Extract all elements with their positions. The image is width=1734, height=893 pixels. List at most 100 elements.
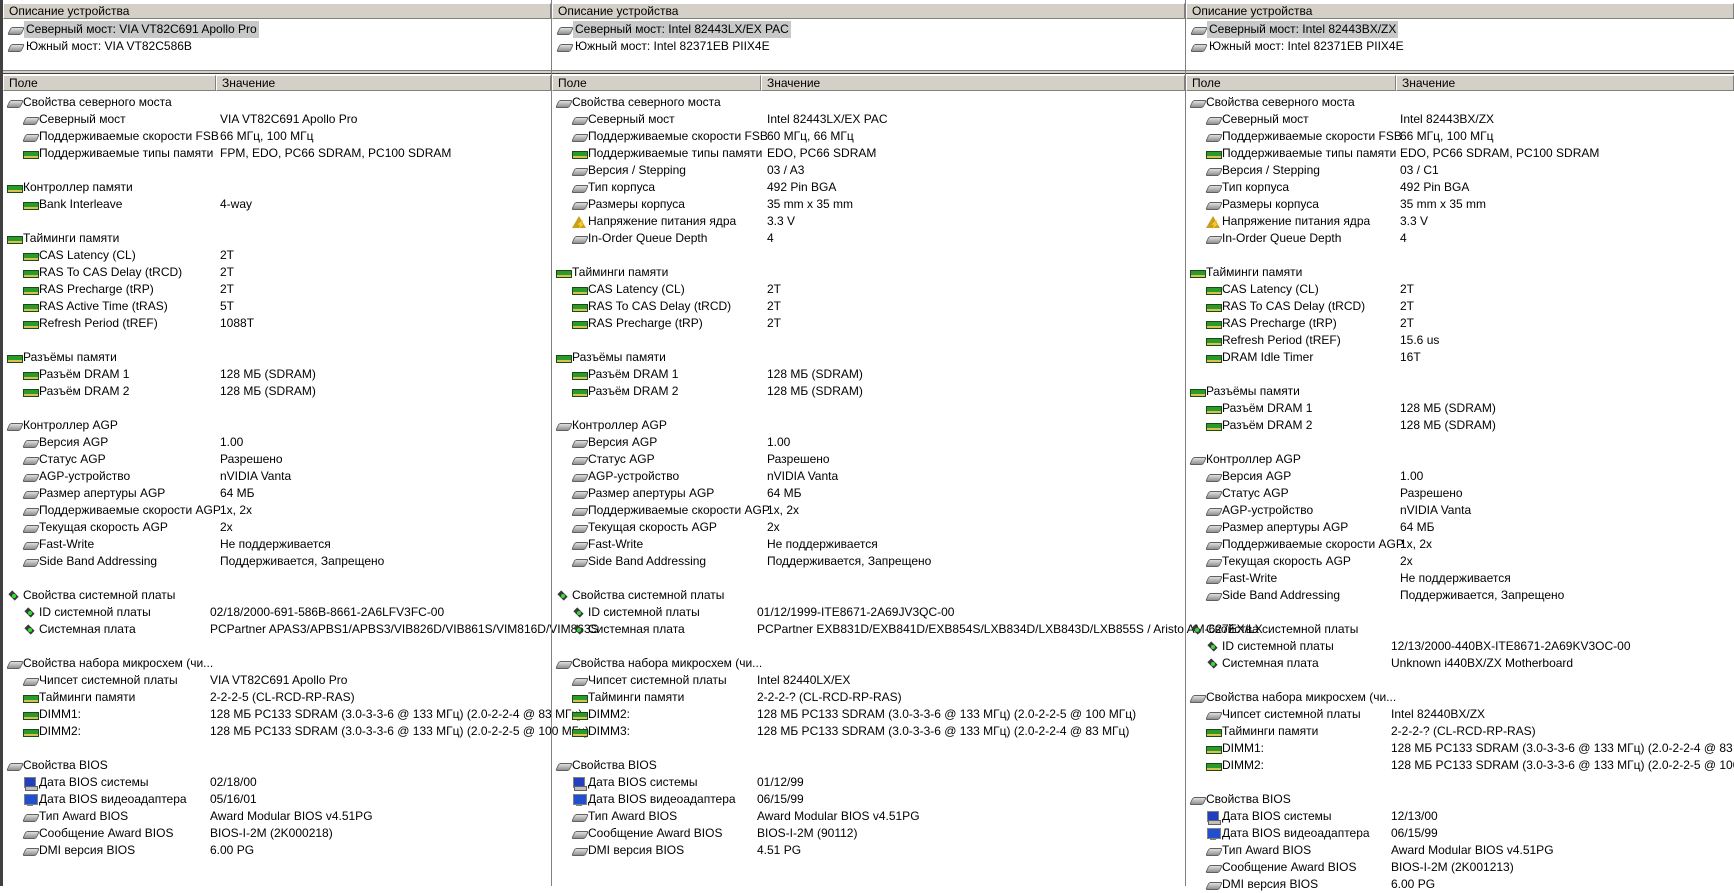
section-header[interactable]: Разъёмы памяти [1186, 383, 1734, 400]
property-row[interactable]: Текущая скорость AGP 2x [1186, 553, 1734, 570]
property-row[interactable]: Поддерживаемые скорости FSB 66 МГц, 100 М… [1186, 128, 1734, 145]
property-row[interactable]: Поддерживаемые скорости FSB 60 МГц, 66 МГ… [552, 128, 1185, 145]
property-row[interactable]: Тайминги памяти 2-2-2-? (CL-RCD-RP-RAS) [1186, 723, 1734, 740]
column-header-value[interactable]: Значение [761, 75, 1185, 91]
section-header[interactable]: Свойства северного моста [3, 94, 551, 111]
section-header[interactable]: Разъёмы памяти [552, 349, 1185, 366]
property-row[interactable]: Дата BIOS системы 01/12/99 [552, 774, 1185, 791]
property-row[interactable]: In-Order Queue Depth 4 [552, 230, 1185, 247]
device-description-header[interactable]: Описание устройства [3, 3, 551, 19]
property-row[interactable]: CAS Latency (CL) 2T [3, 247, 551, 264]
property-row[interactable]: Разъём DRAM 1 128 МБ (SDRAM) [3, 366, 551, 383]
property-row[interactable]: DIMM3: 128 МБ PC133 SDRAM (3.0-3-3-6 @ 13… [552, 723, 1185, 740]
property-row[interactable]: Текущая скорость AGP 2x [552, 519, 1185, 536]
property-row[interactable]: RAS Precharge (tRP) 2T [3, 281, 551, 298]
property-row[interactable]: Чипсет системной платы VIA VT82C691 Apoll… [3, 672, 551, 689]
property-row[interactable]: Side Band Addressing Поддерживается, Запр… [1186, 587, 1734, 604]
property-row[interactable]: Версия AGP 1.00 [3, 434, 551, 451]
property-row[interactable]: Версия / Stepping 03 / C1 [1186, 162, 1734, 179]
property-row[interactable]: Разъём DRAM 2 128 МБ (SDRAM) [3, 383, 551, 400]
property-row[interactable]: Размер апертуры AGP 64 МБ [552, 485, 1185, 502]
device-list-item[interactable]: Северный мост: Intel 82443BX/ZX [1186, 21, 1734, 38]
property-row[interactable]: Статус AGP Разрешено [552, 451, 1185, 468]
section-header[interactable]: Свойства BIOS [3, 757, 551, 774]
property-row[interactable]: AGP-устройство nVIDIA Vanta [3, 468, 551, 485]
property-row[interactable]: Fast-Write Не поддерживается [1186, 570, 1734, 587]
property-row[interactable]: DRAM Idle Timer 16T [1186, 349, 1734, 366]
property-row[interactable]: Дата BIOS видеоадаптера 06/15/99 [552, 791, 1185, 808]
property-row[interactable]: Напряжение питания ядра 3.3 V [1186, 213, 1734, 233]
property-row[interactable]: Дата BIOS видеоадаптера 06/15/99 [1186, 825, 1734, 842]
column-header-value[interactable]: Значение [1396, 75, 1734, 91]
property-row[interactable]: Системная плата PCPartner APAS3/APBS1/APB… [3, 621, 599, 638]
section-header[interactable]: Свойства северного моста [1186, 94, 1734, 111]
property-row[interactable]: DIMM2: 128 МБ PC133 SDRAM (3.0-3-3-6 @ 13… [552, 706, 1185, 723]
section-header[interactable]: Свойства системной платы [552, 587, 1185, 604]
device-list-item[interactable]: Южный мост: VIA VT82C586B [3, 38, 551, 55]
section-header[interactable]: Тайминги памяти [1186, 264, 1734, 281]
property-row[interactable]: Разъём DRAM 2 128 МБ (SDRAM) [552, 383, 1185, 400]
property-row[interactable]: Поддерживаемые типы памяти FPM, EDO, PC66… [3, 145, 551, 162]
property-row[interactable]: DMI версия BIOS 6.00 PG [1186, 876, 1734, 893]
pane-splitter[interactable] [3, 70, 551, 74]
property-row[interactable]: Fast-Write Не поддерживается [552, 536, 1185, 553]
property-row[interactable]: Тип Award BIOS Award Modular BIOS v4.51PG [1186, 842, 1734, 859]
property-row[interactable]: Разъём DRAM 2 128 МБ (SDRAM) [1186, 417, 1734, 434]
property-row[interactable]: RAS To CAS Delay (tRCD) 2T [552, 298, 1185, 315]
property-row[interactable]: Размер апертуры AGP 64 МБ [1186, 519, 1734, 536]
property-row[interactable]: Дата BIOS видеоадаптера 05/16/01 [3, 791, 551, 808]
property-row[interactable]: Тип корпуса 492 Pin BGA [552, 179, 1185, 196]
property-row[interactable]: DMI версия BIOS 6.00 PG [3, 842, 551, 859]
property-row[interactable]: RAS Active Time (tRAS) 5T [3, 298, 551, 315]
property-row[interactable]: AGP-устройство nVIDIA Vanta [1186, 502, 1734, 519]
property-row[interactable]: Северный мост Intel 82443BX/ZX [1186, 111, 1734, 128]
device-description-header[interactable]: Описание устройства [552, 3, 1185, 19]
property-row[interactable]: Размеры корпуса 35 mm x 35 mm [552, 196, 1185, 213]
property-row[interactable]: AGP-устройство nVIDIA Vanta [552, 468, 1185, 485]
section-header[interactable]: Контроллер AGP [552, 417, 1185, 434]
section-header[interactable]: Свойства набора микросхем (чи... [1186, 689, 1734, 706]
section-header[interactable]: Свойства набора микросхем (чи... [552, 655, 1185, 672]
device-list-item[interactable]: Южный мост: Intel 82371EB PIIX4E [1186, 38, 1734, 55]
property-row[interactable]: Статус AGP Разрешено [3, 451, 551, 468]
column-header-field[interactable]: Поле [1186, 75, 1396, 91]
property-row[interactable]: Системная плата Unknown i440BX/ZX Motherb… [1186, 655, 1734, 672]
section-header[interactable]: Контроллер AGP [1186, 451, 1734, 468]
property-row[interactable]: Разъём DRAM 1 128 МБ (SDRAM) [552, 366, 1185, 383]
column-header-field[interactable]: Поле [3, 75, 216, 91]
property-row[interactable]: Версия AGP 1.00 [1186, 468, 1734, 485]
property-row[interactable]: Системная плата PCPartner EXB831D/EXB841D… [552, 621, 1263, 638]
property-row[interactable]: Refresh Period (tREF) 1088T [3, 315, 551, 332]
property-row[interactable]: Статус AGP Разрешено [1186, 485, 1734, 502]
property-row[interactable]: Версия AGP 1.00 [552, 434, 1185, 451]
section-header[interactable]: Контроллер памяти [3, 179, 551, 196]
property-row[interactable]: RAS Precharge (tRP) 2T [1186, 315, 1734, 332]
property-row[interactable]: RAS To CAS Delay (tRCD) 2T [3, 264, 551, 281]
property-row[interactable]: Fast-Write Не поддерживается [3, 536, 551, 553]
property-row[interactable]: DIMM2: 128 МБ PC133 SDRAM (3.0-3-3-6 @ 13… [3, 723, 589, 740]
property-row[interactable]: DMI версия BIOS 4.51 PG [552, 842, 1185, 859]
property-row[interactable]: Чипсет системной платы Intel 82440LX/EX [552, 672, 1185, 689]
property-row[interactable]: Чипсет системной платы Intel 82440BX/ZX [1186, 706, 1734, 723]
property-row[interactable]: Bank Interleave 4-way [3, 196, 551, 213]
property-row[interactable]: Северный мост VIA VT82C691 Apollo Pro [3, 111, 551, 128]
property-row[interactable]: DIMM1: 128 МБ PC133 SDRAM (3.0-3-3-6 @ 13… [3, 706, 582, 723]
property-row[interactable]: Дата BIOS системы 12/13/00 [1186, 808, 1734, 825]
property-row[interactable]: Поддерживаемые скорости AGP 1x, 2x [3, 502, 551, 519]
column-header-field[interactable]: Поле [552, 75, 761, 91]
section-header[interactable]: Свойства набора микросхем (чи... [3, 655, 551, 672]
section-header[interactable]: Контроллер AGP [3, 417, 551, 434]
section-header[interactable]: Разъёмы памяти [3, 349, 551, 366]
property-row[interactable]: Тип Award BIOS Award Modular BIOS v4.51PG [3, 808, 551, 825]
section-header[interactable]: Свойства северного моста [552, 94, 1185, 111]
property-row[interactable]: Тайминги памяти 2-2-2-? (CL-RCD-RP-RAS) [552, 689, 1185, 706]
property-row[interactable]: Поддерживаемые типы памяти EDO, PC66 SDRA… [552, 145, 1185, 162]
section-header[interactable]: Свойства системной платы [3, 587, 551, 604]
property-row[interactable]: CAS Latency (CL) 2T [1186, 281, 1734, 298]
property-row[interactable]: ID системной платы 01/12/1999-ITE8671-2A6… [552, 604, 1185, 621]
property-row[interactable]: Side Band Addressing Поддерживается, Запр… [3, 553, 551, 570]
property-row[interactable]: DIMM2: 128 МБ PC133 SDRAM (3.0-3-3-6 @ 13… [1186, 757, 1734, 774]
section-header[interactable]: Тайминги памяти [3, 230, 551, 247]
property-row[interactable]: CAS Latency (CL) 2T [552, 281, 1185, 298]
property-row[interactable]: Размер апертуры AGP 64 МБ [3, 485, 551, 502]
